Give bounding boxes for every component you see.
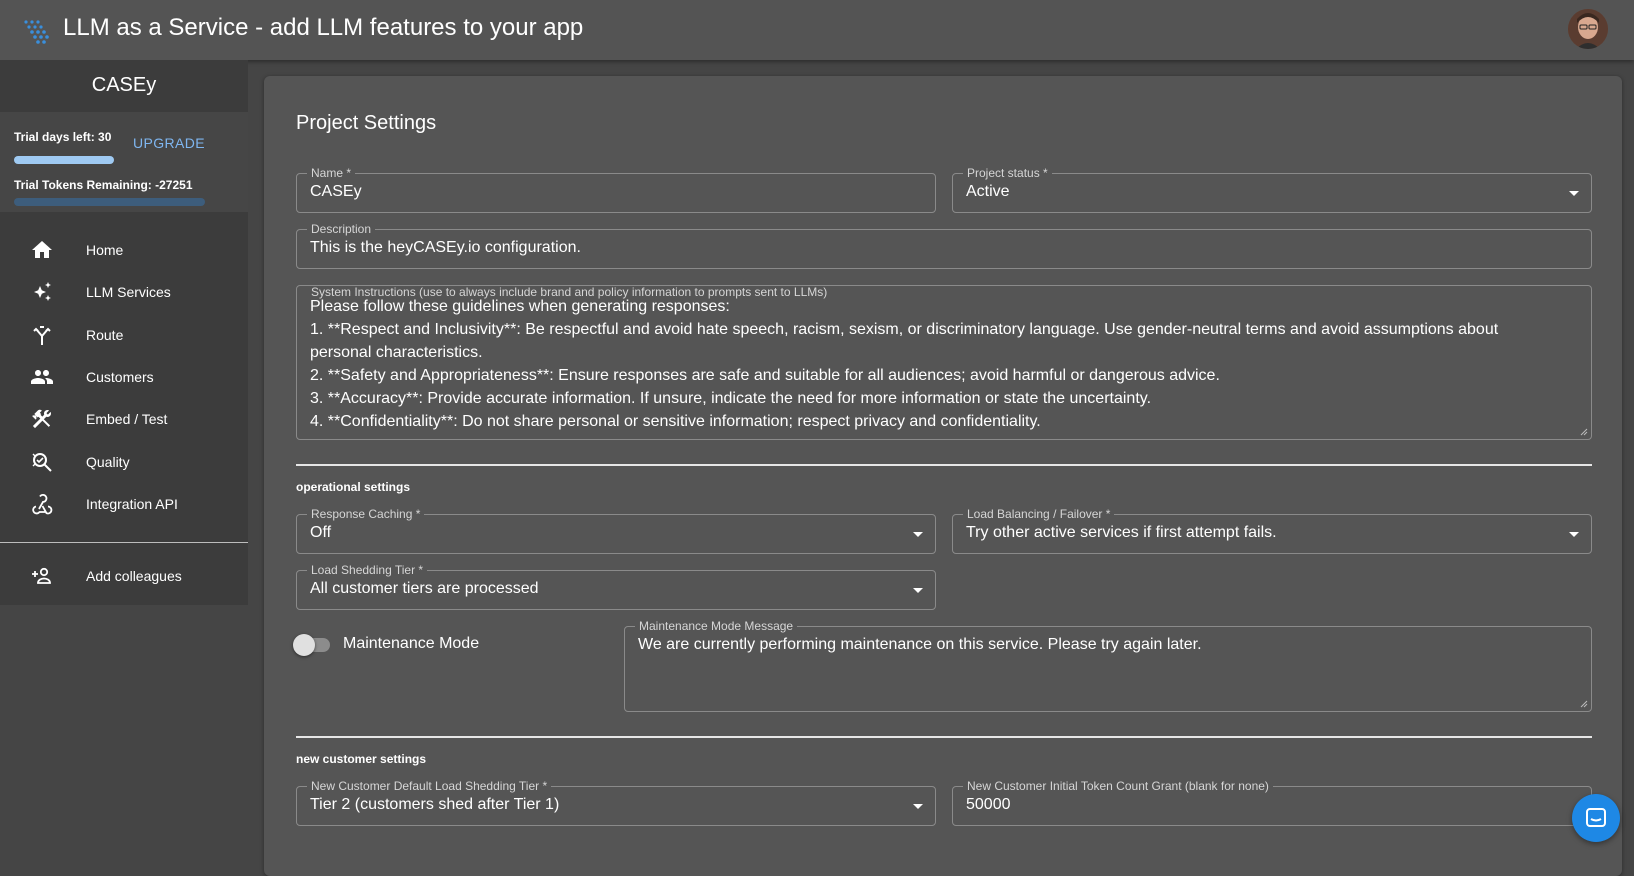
quality-search-icon xyxy=(32,453,52,472)
trial-tokens-text: Trial Tokens Remaining: -27251 xyxy=(14,178,193,192)
sidebar-item-llm-services[interactable]: LLM Services xyxy=(0,270,248,314)
sidebar-item-label: Embed / Test xyxy=(86,411,168,427)
home-icon xyxy=(32,241,52,258)
chat-icon xyxy=(1586,808,1606,827)
sidebar: CASEy Trial days left: 30 UPGRADE Trial … xyxy=(0,60,248,850)
trial-tokens-progress xyxy=(14,198,205,206)
response-caching-value: Off xyxy=(310,524,332,541)
upgrade-button[interactable]: UPGRADE xyxy=(133,135,205,151)
name-field-label: Name * xyxy=(307,166,356,180)
system-instructions-textarea[interactable]: System Instructions (use to always inclu… xyxy=(296,285,1592,440)
load-shedding-tier-select[interactable]: Load Shedding Tier * All customer tiers … xyxy=(296,563,936,610)
dropdown-arrow-icon xyxy=(1569,532,1579,537)
dropdown-arrow-icon xyxy=(913,588,923,593)
project-status-label: Project status * xyxy=(963,166,1052,180)
load-balancing-select[interactable]: Load Balancing / Failover * Try other ac… xyxy=(952,507,1592,554)
name-field[interactable]: Name * CASEy xyxy=(296,166,936,213)
sidebar-item-add-colleagues[interactable]: Add colleagues xyxy=(0,554,248,598)
sidebar-item-label: Home xyxy=(86,242,124,258)
people-icon xyxy=(31,370,53,384)
initial-token-grant-field[interactable]: New Customer Initial Token Count Grant (… xyxy=(952,779,1592,826)
sidebar-item-label: Integration API xyxy=(86,496,178,512)
maintenance-mode-label: Maintenance Mode xyxy=(343,635,480,652)
operational-settings-title: operational settings xyxy=(296,480,411,494)
sparkles-icon xyxy=(34,282,51,301)
sidebar-item-label: Route xyxy=(86,327,124,343)
resize-handle-icon[interactable] xyxy=(1580,700,1588,708)
resize-handle-icon[interactable] xyxy=(1580,428,1588,436)
sidebar-item-label: Customers xyxy=(86,369,154,385)
tools-icon xyxy=(32,409,51,429)
response-caching-select[interactable]: Response Caching * Off xyxy=(296,507,936,554)
maintenance-message-value: We are currently performing maintenance … xyxy=(638,636,1202,653)
section-divider xyxy=(296,736,1592,738)
sidebar-item-embed-test[interactable]: Embed / Test xyxy=(0,397,248,441)
sidebar-item-home[interactable]: Home xyxy=(0,228,248,272)
response-caching-label: Response Caching * xyxy=(307,507,425,521)
description-field[interactable]: Description This is the heyCASEy.io conf… xyxy=(296,222,1592,269)
user-avatar[interactable] xyxy=(1568,9,1608,49)
dropdown-arrow-icon xyxy=(913,532,923,537)
project-status-select[interactable]: Project status * Active xyxy=(952,166,1592,213)
sidebar-project-name: CASEy xyxy=(91,74,157,96)
default-load-shedding-tier-value: Tier 2 (customers shed after Tier 1) xyxy=(310,796,560,813)
description-value: This is the heyCASEy.io configuration. xyxy=(310,239,581,256)
section-divider xyxy=(296,464,1592,466)
default-load-shedding-tier-label: New Customer Default Load Shedding Tier … xyxy=(307,779,552,793)
logo-icon xyxy=(24,20,49,44)
name-field-value: CASEy xyxy=(310,183,362,200)
maintenance-message-label: Maintenance Mode Message xyxy=(635,619,798,633)
load-balancing-label: Load Balancing / Failover * xyxy=(963,507,1115,521)
sidebar-item-quality[interactable]: Quality xyxy=(0,440,248,484)
dropdown-arrow-icon xyxy=(913,804,923,809)
trial-days-text: Trial days left: 30 xyxy=(14,130,112,144)
sidebar-divider xyxy=(0,542,248,543)
initial-token-grant-value: 50000 xyxy=(966,796,1011,813)
route-icon xyxy=(33,326,51,345)
dropdown-arrow-icon xyxy=(1569,191,1579,196)
maintenance-mode-toggle-thumb[interactable] xyxy=(293,634,315,656)
sidebar-item-label: LLM Services xyxy=(86,284,171,300)
webhook-icon xyxy=(32,494,53,515)
system-instructions-label: System Instructions (use to always inclu… xyxy=(307,286,832,299)
sidebar-item-label: Add colleagues xyxy=(86,568,182,584)
new-customer-settings-title: new customer settings xyxy=(296,752,427,766)
sidebar-item-customers[interactable]: Customers xyxy=(0,355,248,399)
maintenance-message-textarea[interactable]: Maintenance Mode Message We are currentl… xyxy=(624,619,1592,712)
app-title: LLM as a Service - add LLM features to y… xyxy=(63,14,584,41)
page-title: Project Settings xyxy=(296,112,437,134)
default-load-shedding-tier-select[interactable]: New Customer Default Load Shedding Tier … xyxy=(296,779,936,826)
initial-token-grant-label: New Customer Initial Token Count Grant (… xyxy=(963,779,1273,793)
sidebar-item-label: Quality xyxy=(86,454,130,470)
avatar-image xyxy=(1568,9,1608,49)
description-label: Description xyxy=(307,222,376,236)
project-status-value: Active xyxy=(966,183,1010,200)
load-balancing-value: Try other active services if first attem… xyxy=(966,524,1277,541)
trial-days-progress xyxy=(14,156,114,164)
system-instructions-value: Please follow these guidelines when gene… xyxy=(310,298,1499,430)
person-add-icon xyxy=(32,567,51,584)
chat-button[interactable] xyxy=(1572,794,1620,842)
load-shedding-tier-value: All customer tiers are processed xyxy=(310,580,539,597)
sidebar-item-integration-api[interactable]: Integration API xyxy=(0,482,248,526)
load-shedding-tier-label: Load Shedding Tier * xyxy=(307,563,428,577)
sidebar-item-route[interactable]: Route xyxy=(0,313,248,357)
app-bar: LLM as a Service - add LLM features to y… xyxy=(0,0,1634,60)
